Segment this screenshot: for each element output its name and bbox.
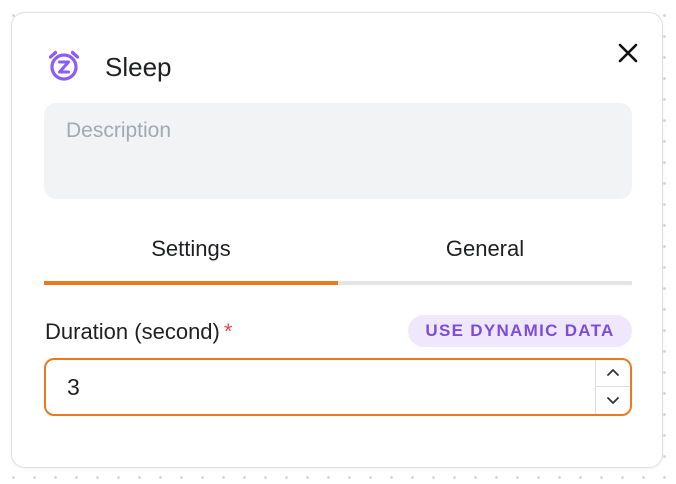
chevron-down-icon: [607, 397, 619, 404]
sleep-settings-panel: Sleep Settings General Duration (second)…: [11, 12, 663, 468]
tab-general-indicator: [338, 281, 632, 285]
duration-field: [44, 358, 632, 416]
alarm-clock-z-icon: [46, 48, 82, 84]
duration-label-text: Duration (second): [45, 319, 220, 344]
increment-button[interactable]: [596, 360, 630, 387]
tab-general-label: General: [445, 236, 525, 261]
duration-stepper: [595, 360, 630, 414]
tab-bar: Settings General: [44, 227, 632, 285]
tab-settings-indicator: [44, 281, 338, 285]
duration-input[interactable]: [46, 360, 596, 414]
required-marker: *: [223, 319, 233, 344]
close-icon[interactable]: [612, 37, 644, 69]
description-field[interactable]: [44, 103, 632, 199]
decrement-button[interactable]: [596, 387, 630, 414]
close-button[interactable]: [612, 37, 644, 69]
tab-general[interactable]: General: [338, 227, 632, 285]
panel-title: Sleep: [105, 52, 172, 82]
duration-label: Duration (second) *: [45, 317, 232, 347]
tab-settings-label: Settings: [151, 236, 231, 261]
tab-settings[interactable]: Settings: [44, 227, 338, 285]
use-dynamic-data-button[interactable]: USE DYNAMIC DATA: [408, 315, 632, 347]
chevron-up-icon: [607, 369, 619, 376]
